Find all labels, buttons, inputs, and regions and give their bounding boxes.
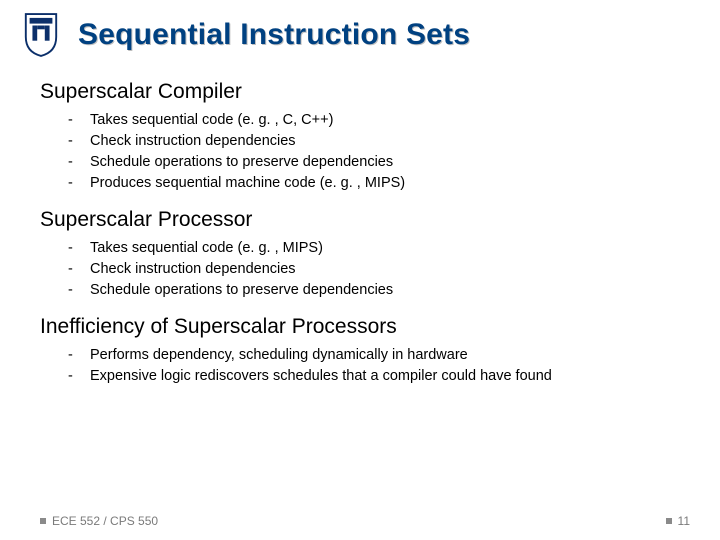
footer-right: 11 bbox=[666, 514, 690, 528]
list-item: Schedule operations to preserve dependen… bbox=[68, 152, 690, 173]
bullet-list: Performs dependency, scheduling dynamica… bbox=[40, 345, 690, 387]
list-item: Produces sequential machine code (e. g. … bbox=[68, 173, 690, 194]
section-0: Superscalar Compiler Takes sequential co… bbox=[0, 80, 720, 194]
section-heading: Superscalar Compiler bbox=[40, 80, 690, 104]
crest-icon bbox=[22, 12, 60, 58]
slide-title: Sequential Instruction Sets bbox=[78, 18, 470, 52]
title-row: Sequential Instruction Sets bbox=[0, 0, 720, 66]
section-heading: Superscalar Processor bbox=[40, 208, 690, 232]
list-item: Takes sequential code (e. g. , C, C++) bbox=[68, 110, 690, 131]
list-item: Check instruction dependencies bbox=[68, 259, 690, 280]
bullet-icon bbox=[40, 518, 46, 524]
footer-left-text: ECE 552 / CPS 550 bbox=[52, 514, 158, 528]
list-item: Takes sequential code (e. g. , MIPS) bbox=[68, 238, 690, 259]
page-number: 11 bbox=[678, 514, 690, 528]
footer-left: ECE 552 / CPS 550 bbox=[40, 514, 158, 528]
list-item: Check instruction dependencies bbox=[68, 131, 690, 152]
bullet-icon bbox=[666, 518, 672, 524]
list-item: Performs dependency, scheduling dynamica… bbox=[68, 345, 690, 366]
slide: Sequential Instruction Sets Superscalar … bbox=[0, 0, 720, 540]
list-item: Expensive logic rediscovers schedules th… bbox=[68, 366, 690, 387]
bullet-list: Takes sequential code (e. g. , MIPS) Che… bbox=[40, 238, 690, 301]
bullet-list: Takes sequential code (e. g. , C, C++) C… bbox=[40, 110, 690, 194]
section-heading: Inefficiency of Superscalar Processors bbox=[40, 315, 690, 339]
footer: ECE 552 / CPS 550 11 bbox=[40, 514, 690, 528]
list-item: Schedule operations to preserve dependen… bbox=[68, 280, 690, 301]
section-2: Inefficiency of Superscalar Processors P… bbox=[0, 315, 720, 387]
section-1: Superscalar Processor Takes sequential c… bbox=[0, 208, 720, 301]
